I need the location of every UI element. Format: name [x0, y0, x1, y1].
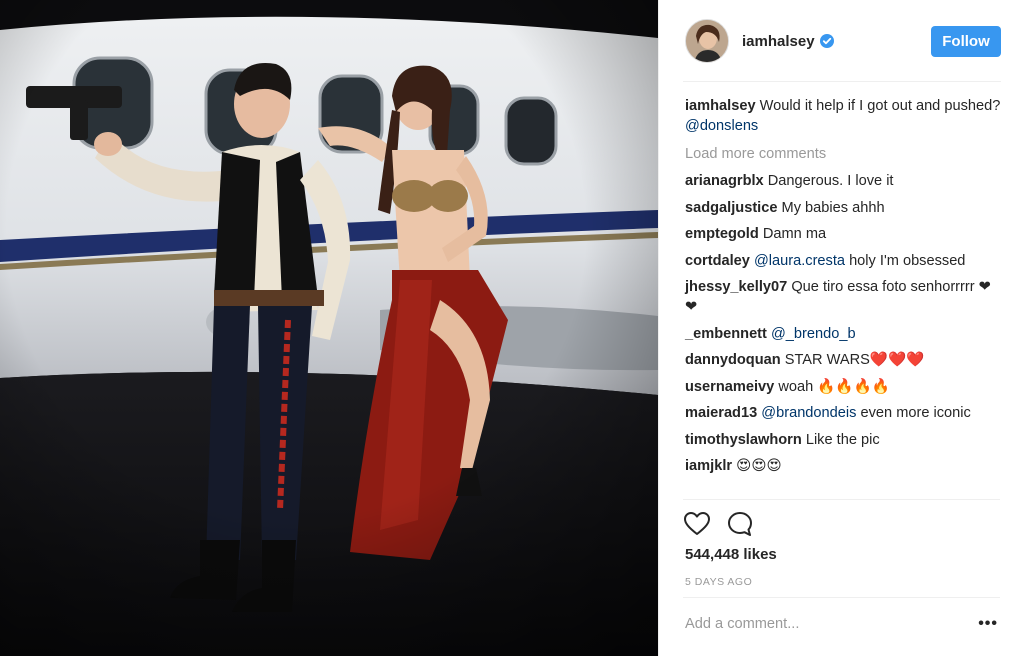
load-more-comments-link[interactable]: Load more comments — [685, 144, 1003, 164]
post-username[interactable]: iamhalsey — [742, 33, 815, 50]
comment-username[interactable]: maierad13 — [685, 405, 757, 421]
caption-username[interactable]: iamhalsey — [685, 98, 756, 114]
comment-item: cortdaley @laura.cresta holy I'm obsesse… — [685, 251, 1003, 271]
comment-item: arianagrblx Dangerous. I love it — [685, 171, 1003, 191]
comment-text: Like the pic — [805, 431, 880, 448]
comment-mention[interactable]: @_brendo_b — [771, 326, 856, 342]
comment-item: usernameivy woah 🔥🔥🔥🔥 — [685, 377, 1003, 397]
comment-username[interactable]: cortdaley — [685, 253, 750, 269]
likes-count[interactable]: 544,448 likes — [685, 546, 777, 563]
post-photo[interactable] — [0, 0, 658, 656]
comment-username[interactable]: _embennett — [685, 326, 767, 342]
comment-text: holy I'm obsessed — [845, 252, 966, 269]
comment-item: timothyslawhorn Like the pic — [685, 430, 1003, 450]
avatar-image — [686, 20, 728, 62]
post-date[interactable]: 5 DAYS AGO — [685, 576, 752, 588]
comment-item: sadgaljustice My babies ahhh — [685, 198, 1003, 218]
post-side-panel: iamhalsey Follow iamhalsey Would it help… — [658, 0, 1024, 656]
actions-divider — [683, 499, 1000, 500]
username-wrap: iamhalsey — [742, 33, 931, 50]
comment-text: STAR WARS❤️❤️❤️ — [784, 352, 925, 368]
comment-text: Dangerous. I love it — [767, 173, 894, 189]
add-comment-input[interactable] — [685, 616, 955, 632]
comment-text: woah 🔥🔥🔥🔥 — [778, 378, 890, 395]
more-options-icon[interactable]: ••• — [978, 615, 998, 633]
caption: iamhalsey Would it help if I got out and… — [685, 96, 1003, 136]
avatar[interactable] — [685, 19, 729, 63]
comment-item: dannydoquan STAR WARS❤️❤️❤️ — [685, 350, 1003, 370]
comment-username[interactable]: arianagrblx — [685, 173, 764, 189]
comment-username[interactable]: usernameivy — [685, 379, 774, 395]
comment-username[interactable]: jhessy_kelly07 — [685, 279, 787, 295]
comment-mention[interactable]: @brandondeis — [761, 405, 856, 421]
follow-button[interactable]: Follow — [931, 25, 1001, 57]
comment-text: Damn ma — [762, 226, 827, 242]
comment-item: iamjklr 😍😍😍 — [685, 456, 1003, 476]
caption-text: Would it help if I got out and pushed? — [759, 98, 1001, 114]
comment-username[interactable]: emptegold — [685, 226, 759, 242]
comment-mention[interactable]: @laura.cresta — [754, 253, 845, 269]
post-header: iamhalsey Follow — [659, 0, 1024, 82]
comment-text: My babies ahhh — [781, 199, 885, 216]
comment-username[interactable]: iamjklr — [685, 458, 732, 474]
add-comment-divider — [683, 597, 1000, 598]
comment-item: emptegold Damn ma — [685, 224, 1003, 244]
comments-list: iamhalsey Would it help if I got out and… — [685, 96, 1003, 483]
comment-item: jhessy_kelly07 Que tiro essa foto senhor… — [685, 277, 1003, 317]
comment-bubble-icon[interactable] — [726, 510, 754, 538]
comment-text: 😍😍😍 — [736, 458, 782, 474]
post-actions — [683, 510, 769, 538]
comment-username[interactable]: timothyslawhorn — [685, 432, 802, 448]
caption-mention[interactable]: @donslens — [685, 118, 758, 134]
verified-badge-icon — [819, 34, 834, 48]
comment-username[interactable]: sadgaljustice — [685, 200, 777, 216]
comment-item: maierad13 @brandondeis even more iconic — [685, 403, 1003, 423]
comment-item: _embennett @_brendo_b — [685, 324, 1003, 344]
comment-username[interactable]: dannydoquan — [685, 352, 781, 368]
heart-icon[interactable] — [683, 510, 711, 538]
comment-text: even more iconic — [856, 405, 971, 421]
instagram-post: iamhalsey Follow iamhalsey Would it help… — [0, 0, 1024, 656]
photo-illustration — [0, 0, 658, 656]
